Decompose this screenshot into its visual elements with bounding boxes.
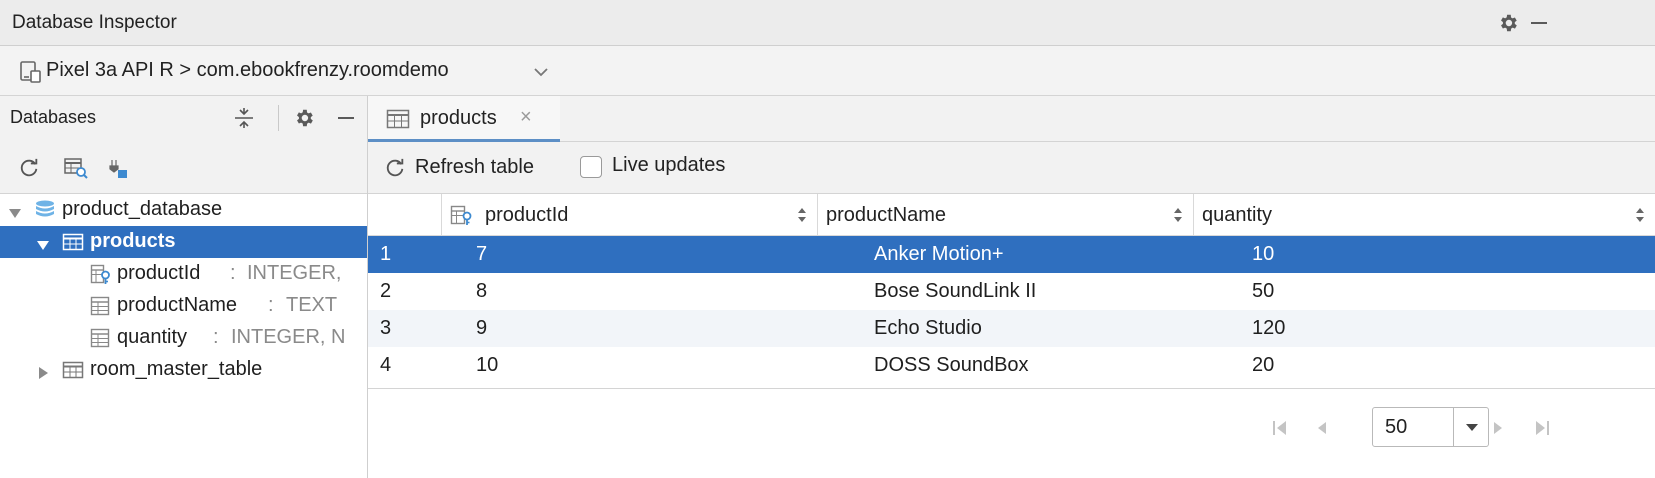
column-header-productid[interactable]: productId <box>441 194 817 236</box>
table-icon <box>62 231 84 253</box>
cell-productname[interactable]: DOSS SoundBox <box>874 354 1029 377</box>
process-name: com.ebookfrenzy.roomdemo <box>196 59 449 81</box>
cell-quantity[interactable]: 120 <box>1252 317 1285 340</box>
cell-productid[interactable]: 10 <box>476 354 498 377</box>
close-icon[interactable]: × <box>520 106 532 128</box>
table-row[interactable]: 4 10 DOSS SoundBox 20 <box>368 347 1655 384</box>
refresh-table-button[interactable]: Refresh table <box>415 156 534 179</box>
tree-item-label: room_master_table <box>90 358 263 380</box>
next-page-icon[interactable] <box>1484 414 1512 442</box>
gear-icon[interactable] <box>1494 9 1522 37</box>
table-view-panel: products × Refresh table Live updates pr… <box>368 96 1655 478</box>
cell-productname[interactable]: Echo Studio <box>874 317 982 340</box>
previous-page-icon[interactable] <box>1308 414 1336 442</box>
tab-products[interactable]: products × <box>368 96 560 142</box>
table-row[interactable]: 1 7 Anker Motion+ 10 <box>368 236 1655 273</box>
column-header-label: quantity <box>1202 204 1273 226</box>
cell-productname[interactable]: Bose SoundLink II <box>874 280 1036 303</box>
cell-quantity[interactable]: 50 <box>1252 280 1274 303</box>
sort-icon[interactable] <box>1172 206 1184 224</box>
column-header-quantity[interactable]: quantity <box>1193 194 1655 236</box>
collapsed-arrow-icon[interactable] <box>36 363 50 379</box>
primary-key-column-icon <box>90 263 112 285</box>
tree-item-label: products <box>90 230 176 252</box>
column-name: quantity <box>117 326 188 348</box>
cell-productid[interactable]: 8 <box>476 280 487 303</box>
sort-icon[interactable] <box>1634 206 1646 224</box>
first-page-icon[interactable] <box>1266 414 1294 442</box>
table-toolbar: Refresh table Live updates <box>368 142 1655 194</box>
tree-item-products[interactable]: products <box>0 226 367 258</box>
tree-item-product-database[interactable]: product_database <box>0 194 367 226</box>
header-divider <box>278 105 279 131</box>
window-title: Database Inspector <box>12 12 177 33</box>
column-icon <box>90 327 112 349</box>
table-icon <box>62 359 84 381</box>
column-header-label: productId <box>485 204 569 226</box>
chevron-down-icon[interactable] <box>532 60 552 82</box>
tree-item-room-master-table[interactable]: room_master_table <box>0 354 367 386</box>
row-index: 4 <box>380 354 392 376</box>
column-icon <box>90 295 112 317</box>
cell-quantity[interactable]: 20 <box>1252 354 1274 377</box>
database-icon <box>34 199 56 221</box>
table-row[interactable]: 2 8 Bose SoundLink II 50 <box>368 273 1655 310</box>
column-header-productname[interactable]: productName <box>817 194 1193 236</box>
column-separator: : <box>213 326 219 348</box>
column-name: productId <box>117 262 201 284</box>
table-header: productId productName quantity <box>368 194 1655 236</box>
expanded-arrow-icon[interactable] <box>8 203 22 218</box>
row-index: 3 <box>380 317 392 339</box>
table-query-icon[interactable] <box>62 154 90 182</box>
collapse-all-icon[interactable] <box>230 104 258 132</box>
device-icon <box>18 59 44 85</box>
keep-connection-icon[interactable] <box>104 154 132 182</box>
sort-icon[interactable] <box>796 206 808 224</box>
minimize-icon[interactable] <box>1525 9 1553 37</box>
device-name: Pixel 3a API R <box>46 59 174 81</box>
tree-item-column-productid[interactable]: productId : INTEGER, <box>0 258 367 290</box>
table-row[interactable]: 3 9 Echo Studio 120 <box>368 310 1655 347</box>
cell-productname[interactable]: Anker Motion+ <box>874 243 1004 266</box>
row-index: 2 <box>380 280 392 302</box>
tab-label: products <box>420 107 497 129</box>
live-updates-label[interactable]: Live updates <box>612 154 725 177</box>
device-selector-bar: Pixel 3a API R > com.ebookfrenzy.roomdem… <box>0 46 1655 96</box>
column-type: INTEGER, N <box>231 326 346 348</box>
databases-panel: Databases product_database products prod… <box>0 96 368 478</box>
device-separator: > <box>179 59 192 81</box>
refresh-icon[interactable] <box>384 157 406 179</box>
process-selector[interactable]: Pixel 3a API R > com.ebookfrenzy.roomdem… <box>46 59 449 82</box>
expanded-arrow-icon[interactable] <box>36 235 50 250</box>
row-index: 1 <box>380 243 392 265</box>
pagination-bar: 50 <box>368 388 1655 478</box>
page-size-value: 50 <box>1385 416 1408 438</box>
refresh-icon[interactable] <box>15 154 43 182</box>
databases-toolbar <box>0 140 367 194</box>
cell-quantity[interactable]: 10 <box>1252 243 1274 266</box>
title-bar: Database Inspector <box>0 0 1655 46</box>
primary-key-column-icon <box>450 204 474 226</box>
tab-bar: products × <box>368 96 1655 142</box>
tree-item-column-quantity[interactable]: quantity : INTEGER, N <box>0 322 367 354</box>
column-name: productName <box>117 294 238 316</box>
page-size-select[interactable]: 50 <box>1372 407 1489 447</box>
cell-productid[interactable]: 7 <box>476 243 487 266</box>
column-header-label: productName <box>826 204 947 226</box>
tree-item-column-productname[interactable]: productName : TEXT <box>0 290 367 322</box>
databases-panel-title: Databases <box>10 107 97 127</box>
databases-panel-header: Databases <box>0 96 367 140</box>
table-icon <box>386 108 410 130</box>
minimize-icon[interactable] <box>332 104 360 132</box>
live-updates-checkbox[interactable] <box>580 156 602 178</box>
cell-productid[interactable]: 9 <box>476 317 487 340</box>
tree-item-label: product_database <box>62 198 223 220</box>
column-separator: : <box>268 294 274 316</box>
column-type: TEXT <box>286 294 338 316</box>
column-type: INTEGER, <box>247 262 342 284</box>
last-page-icon[interactable] <box>1528 414 1556 442</box>
column-separator: : <box>230 262 236 284</box>
gear-icon[interactable] <box>290 104 318 132</box>
